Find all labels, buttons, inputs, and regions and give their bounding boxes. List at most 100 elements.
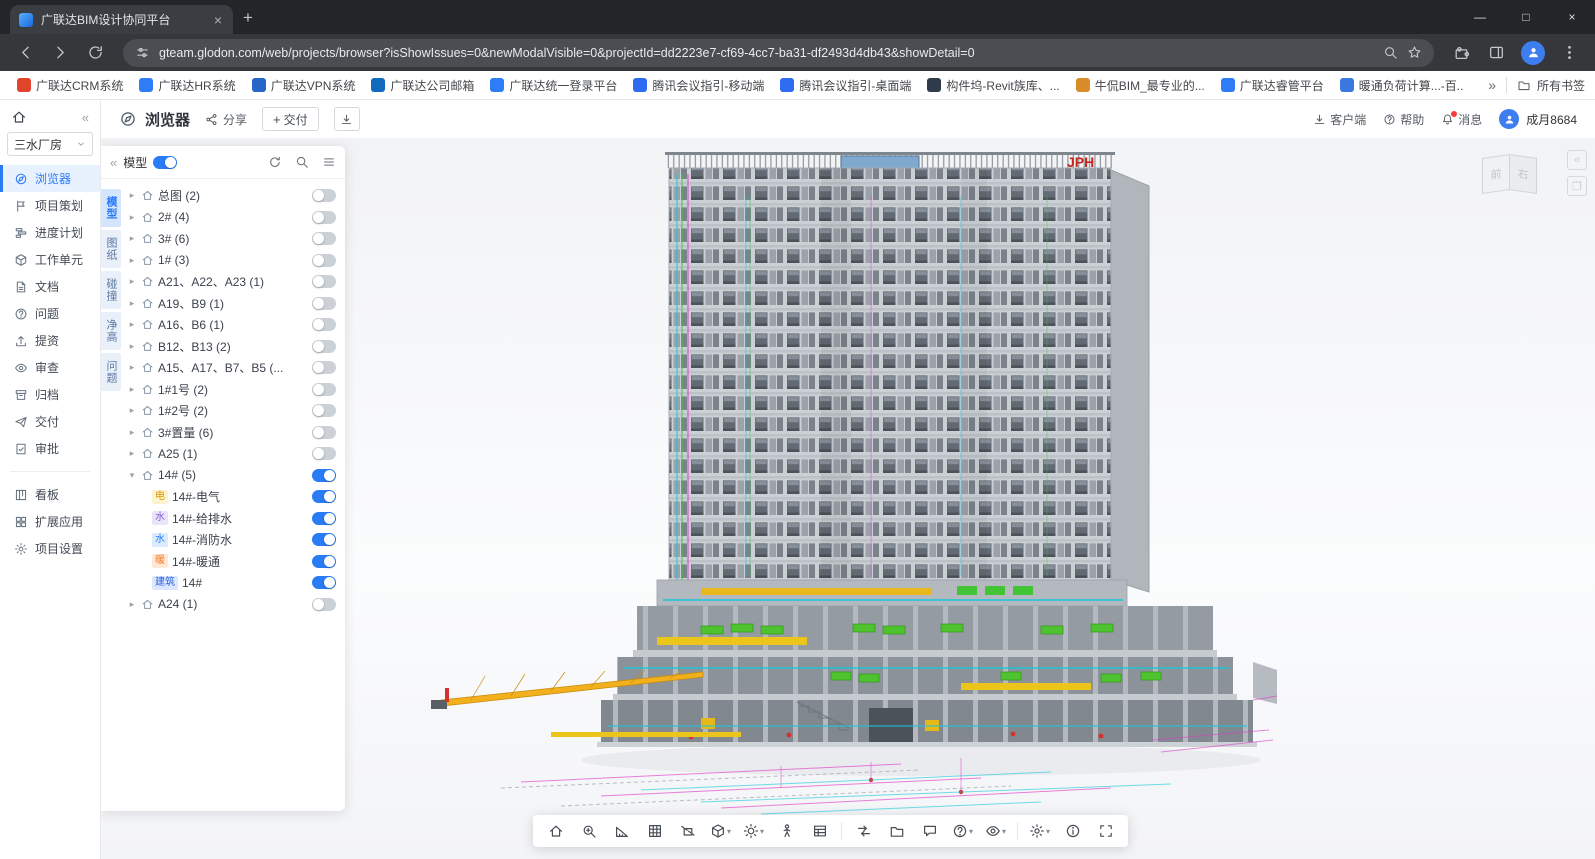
address-bar[interactable]: gteam.glodon.com/web/projects/browser?is… — [123, 39, 1434, 67]
caret-right-icon[interactable]: ▸ — [127, 427, 137, 438]
tree-node[interactable]: ▸B12、B13 (2) — [127, 336, 336, 358]
browser-tab[interactable]: 广联达BIM设计协同平台 × — [10, 5, 233, 34]
panel-tab-模型[interactable]: 模型 — [101, 189, 121, 227]
roam-button[interactable] — [770, 818, 803, 844]
all-bookmarks-button[interactable]: 所有书签 — [1517, 77, 1585, 94]
bookmark-item[interactable]: 广联达HR系统 — [132, 74, 242, 97]
sidebar-collapse-icon[interactable]: « — [82, 110, 89, 125]
viewpoint-button[interactable] — [847, 818, 880, 844]
sidebar-item-board[interactable]: 看板 — [0, 481, 100, 508]
bookmark-item[interactable]: 广联达睿管平台 — [1214, 74, 1331, 97]
fullscreen-button[interactable] — [1089, 818, 1122, 844]
visibility-toggle[interactable] — [312, 297, 336, 310]
site-info-icon[interactable] — [135, 45, 150, 60]
effects-button[interactable]: ▾ — [737, 818, 770, 844]
tree-node[interactable]: ▸A19、B9 (1) — [127, 293, 336, 315]
measure-button[interactable] — [605, 818, 638, 844]
visibility-toggle[interactable] — [312, 232, 336, 245]
visibility-toggle[interactable] — [312, 426, 336, 439]
visibility-button[interactable]: ▾ — [979, 818, 1012, 844]
bookmark-item[interactable]: 暖通负荷计算...-百.. — [1333, 74, 1471, 97]
tree-list-button[interactable] — [322, 155, 336, 169]
window-minimize-button[interactable]: — — [1457, 0, 1503, 34]
tree-child-node[interactable]: 水14#-消防水 — [127, 529, 336, 551]
tree-node[interactable]: ▸A16、B6 (1) — [127, 314, 336, 336]
side-panel-icon[interactable] — [1488, 44, 1505, 61]
caret-right-icon[interactable]: ▸ — [127, 319, 137, 330]
tree-node[interactable]: ▸1#2号 (2) — [127, 400, 336, 422]
caret-right-icon[interactable]: ▸ — [127, 255, 137, 266]
settings-button[interactable]: ▾ — [1023, 818, 1056, 844]
caret-right-icon[interactable]: ▸ — [127, 212, 137, 223]
sidebar-item-approve[interactable]: 审批 — [0, 435, 100, 462]
deliver-button[interactable]: + 交付 — [262, 107, 319, 131]
visibility-toggle[interactable] — [312, 254, 336, 267]
comment-button[interactable] — [913, 818, 946, 844]
panel-collapse-icon[interactable]: « — [110, 155, 117, 170]
edge-panel-button[interactable]: ❐ — [1567, 176, 1587, 196]
visibility-toggle[interactable] — [312, 490, 336, 503]
display-mode-button[interactable]: ▾ — [704, 818, 737, 844]
info-button[interactable] — [1056, 818, 1089, 844]
sidebar-item-archive[interactable]: 归档 — [0, 381, 100, 408]
file-button[interactable] — [880, 818, 913, 844]
component-list-button[interactable] — [803, 818, 836, 844]
visibility-toggle[interactable] — [312, 318, 336, 331]
visibility-toggle[interactable] — [312, 275, 336, 288]
bookmark-item[interactable]: 广联达统一登录平台 — [483, 74, 624, 97]
tree-node[interactable]: ▸1# (3) — [127, 250, 336, 272]
panel-tab-碰撞[interactable]: 碰撞 — [101, 271, 121, 309]
sidebar-item-settings[interactable]: 项目设置 — [0, 535, 100, 562]
visibility-toggle[interactable] — [312, 361, 336, 374]
tree-node[interactable]: ▸A24 (1) — [127, 594, 336, 616]
caret-right-icon[interactable]: ▸ — [127, 341, 137, 352]
user-avatar[interactable] — [1499, 109, 1519, 129]
tree-search-button[interactable] — [295, 155, 309, 169]
bookmark-item[interactable]: 构件坞-Revit族库、... — [920, 74, 1066, 97]
bookmark-item[interactable]: 广联达公司邮箱 — [364, 74, 481, 97]
project-select[interactable]: 三水厂房 — [7, 132, 93, 156]
visibility-toggle[interactable] — [312, 404, 336, 417]
tree-node[interactable]: ▸A25 (1) — [127, 443, 336, 465]
caret-right-icon[interactable]: ▸ — [127, 190, 137, 201]
model-visibility-toggle[interactable] — [153, 156, 177, 169]
help-button[interactable]: 帮助 — [1383, 111, 1424, 128]
sidebar-item-deliver[interactable]: 交付 — [0, 408, 100, 435]
reload-button[interactable] — [87, 44, 104, 61]
tree-node[interactable]: ▾14# (5) — [127, 465, 336, 487]
section-button[interactable] — [671, 818, 704, 844]
tree-node[interactable]: ▸A21、A22、A23 (1) — [127, 271, 336, 293]
panel-tab-问题[interactable]: 问题 — [101, 353, 121, 391]
model-3d-view[interactable]: JPH — [401, 140, 1281, 859]
visibility-toggle[interactable] — [312, 533, 336, 546]
tree-node[interactable]: ▸3# (6) — [127, 228, 336, 250]
tree-child-node[interactable]: 建筑14# — [127, 572, 336, 594]
visibility-toggle[interactable] — [312, 189, 336, 202]
caret-right-icon[interactable]: ▸ — [127, 384, 137, 395]
extensions-icon[interactable] — [1453, 44, 1470, 61]
bookmark-item[interactable]: 5151PPT模板网 - 幻.. — [1472, 74, 1478, 97]
visibility-toggle[interactable] — [312, 383, 336, 396]
back-button[interactable] — [17, 44, 34, 61]
edge-expand-button[interactable]: « — [1567, 150, 1587, 170]
sidebar-item-work-unit[interactable]: 工作单元 — [0, 246, 100, 273]
help-button[interactable]: ▾ — [946, 818, 979, 844]
caret-right-icon[interactable]: ▸ — [127, 276, 137, 287]
caret-right-icon[interactable]: ▸ — [127, 298, 137, 309]
sidebar-item-submit[interactable]: 提资 — [0, 327, 100, 354]
tree-node[interactable]: ▸2# (4) — [127, 207, 336, 229]
visibility-toggle[interactable] — [312, 555, 336, 568]
sidebar-item-project-plan[interactable]: 项目策划 — [0, 192, 100, 219]
tree-node[interactable]: ▸1#1号 (2) — [127, 379, 336, 401]
tab-close-icon[interactable]: × — [212, 12, 224, 28]
zoom-window-button[interactable] — [572, 818, 605, 844]
panel-tab-图纸[interactable]: 图纸 — [101, 230, 121, 268]
share-button[interactable]: 分享 — [205, 111, 247, 128]
new-tab-button[interactable]: + — [243, 8, 253, 28]
sidebar-item-apps[interactable]: 扩展应用 — [0, 508, 100, 535]
bookmark-item[interactable]: 广联达VPN系统 — [245, 74, 363, 97]
tree-node[interactable]: ▸3#置量 (6) — [127, 422, 336, 444]
sidebar-item-issues[interactable]: 问题 — [0, 300, 100, 327]
visibility-toggle[interactable] — [312, 576, 336, 589]
home-icon[interactable] — [11, 109, 27, 125]
